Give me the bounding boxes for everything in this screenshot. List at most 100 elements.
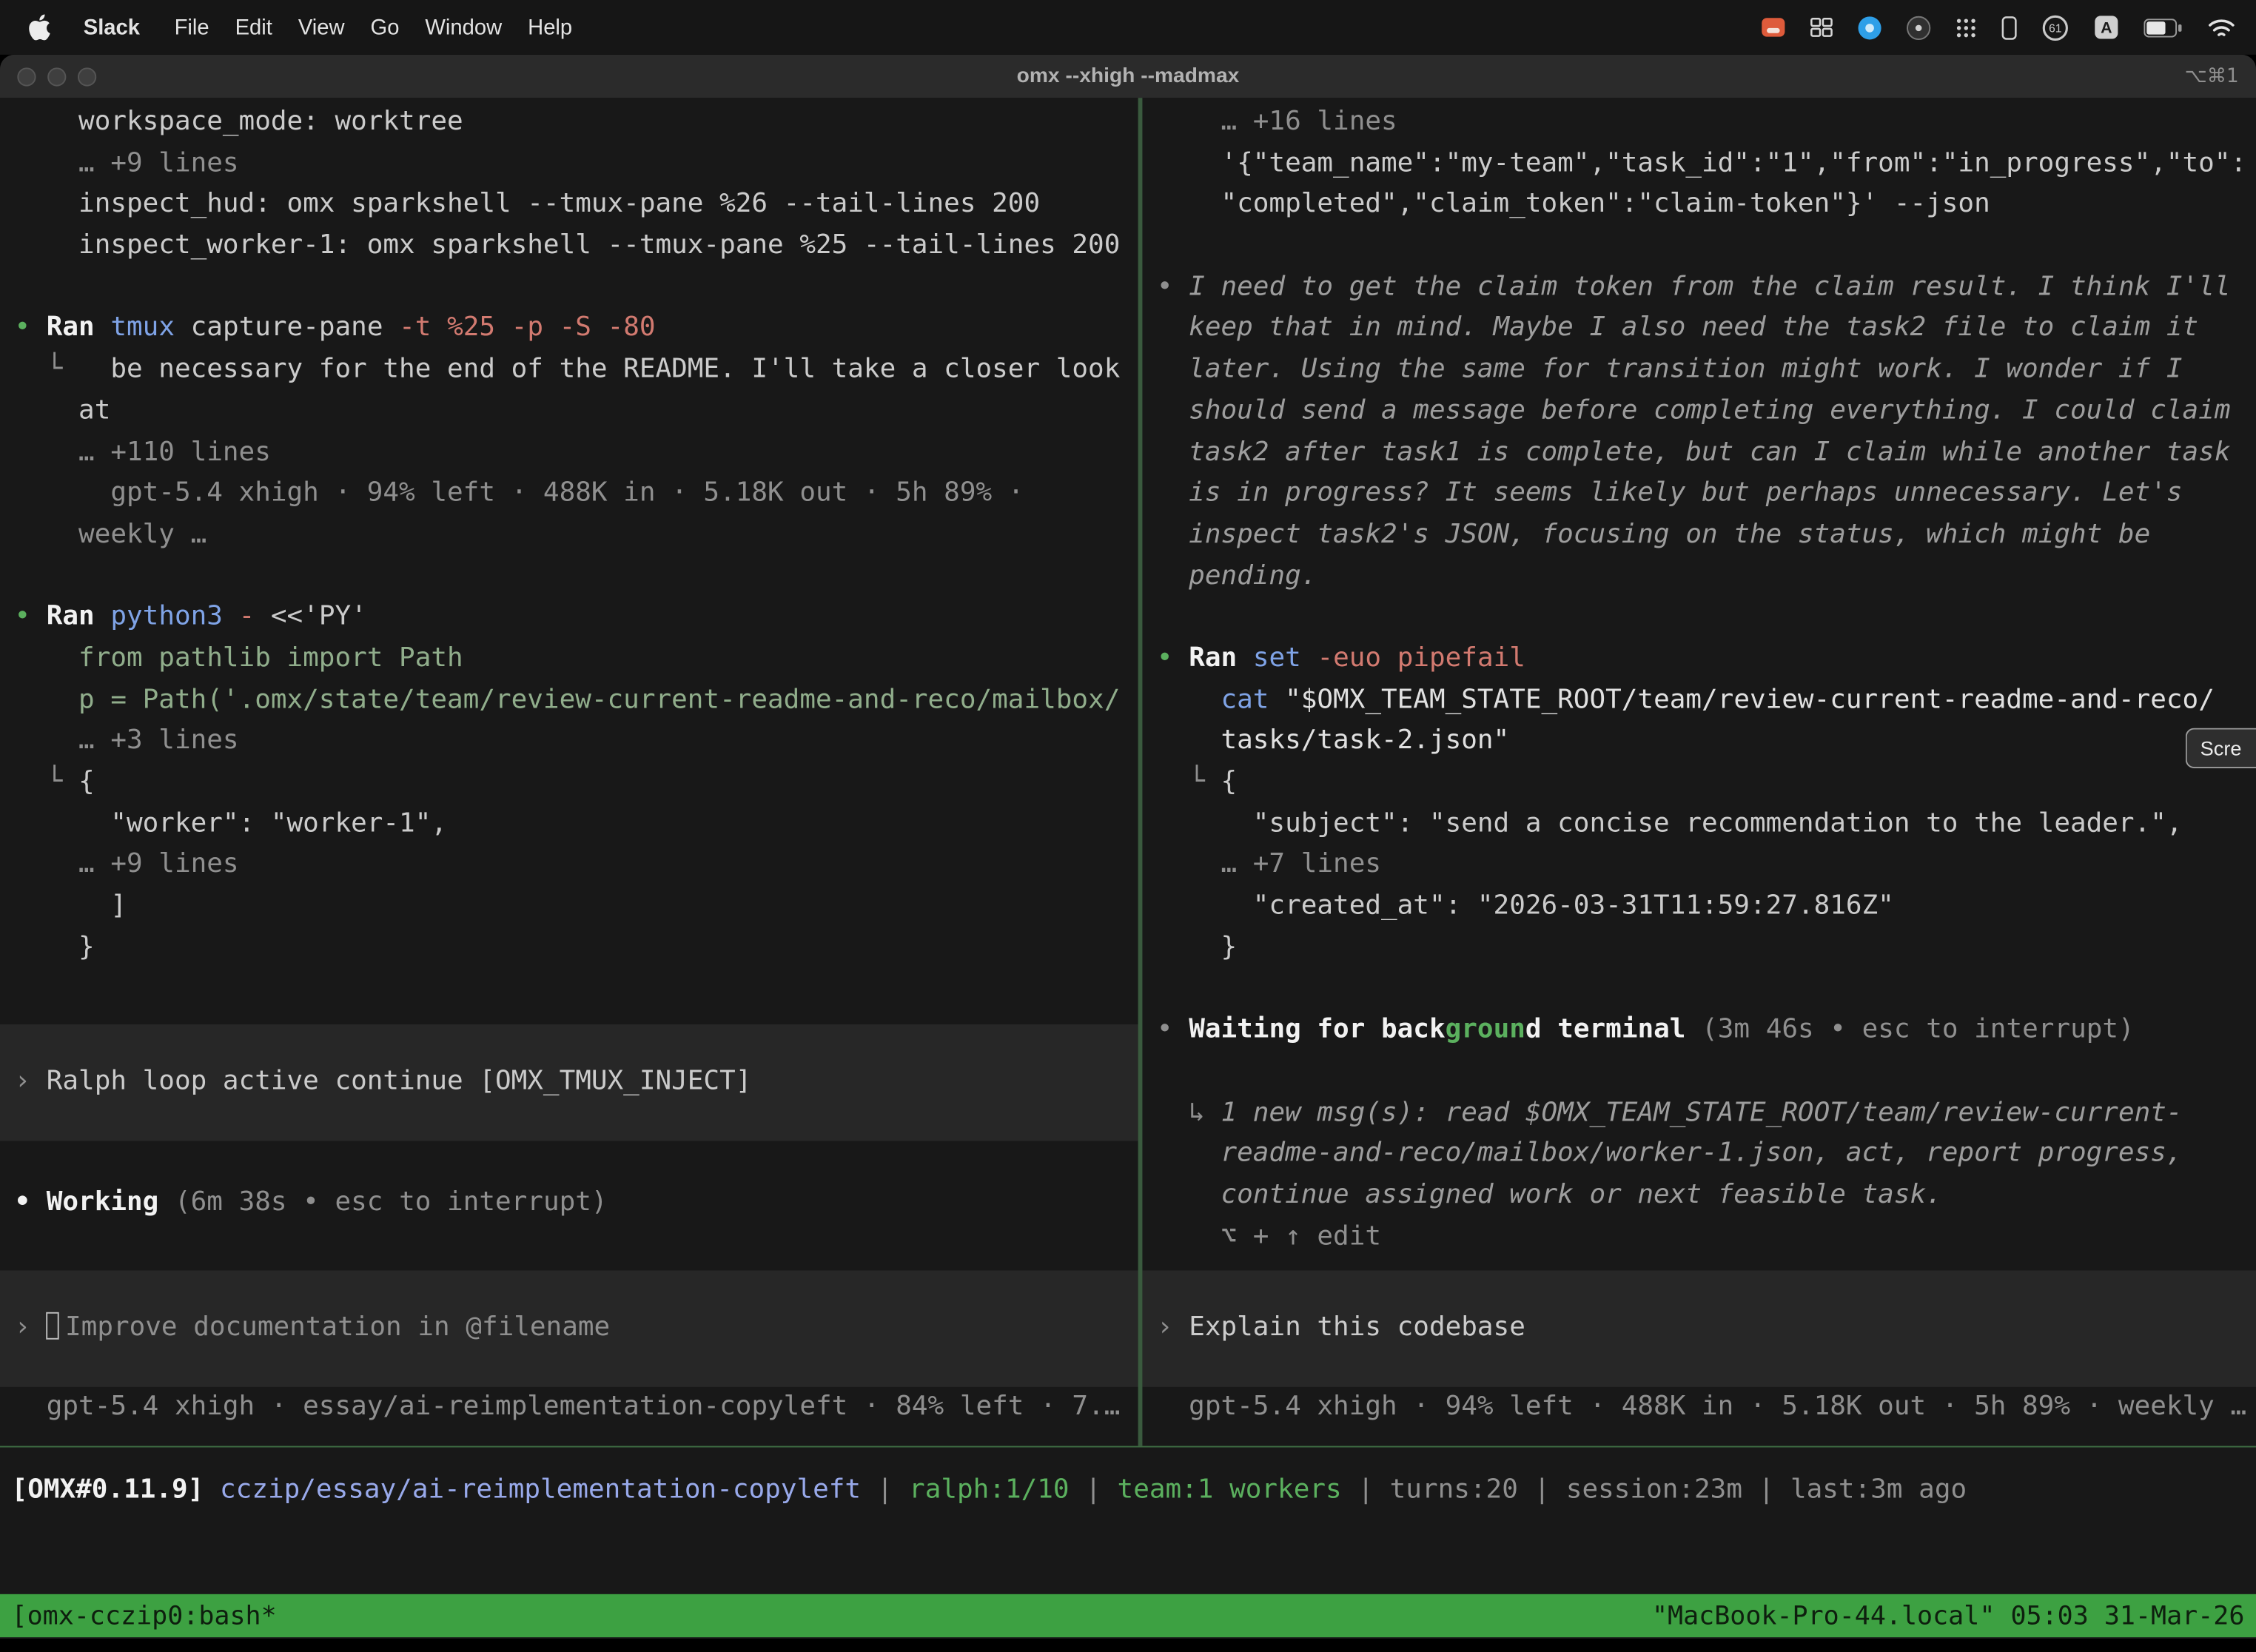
terminal-line: gpt-5.4 xhigh · 94% left · 488K in · 5.1…	[1157, 1387, 2256, 1428]
wifi-icon[interactable]	[2207, 16, 2236, 38]
text-segment: (6m 38s • esc to interrupt)	[175, 1186, 608, 1217]
tmux-pane-left[interactable]: workspace_mode: worktree … +9 lines insp…	[0, 98, 1138, 1446]
text-segment: keep that in mind. Maybe I also need the…	[1157, 313, 2198, 343]
text-segment: |	[1070, 1474, 1118, 1505]
text-segment: Waiting for back	[1189, 1015, 1445, 1045]
menu-file[interactable]: File	[161, 15, 222, 39]
menu-bar-left: Slack FileEditViewGoWindowHelp	[29, 14, 585, 40]
text-segment: last:3m ago	[1790, 1474, 1967, 1505]
active-app-menu[interactable]: Slack	[70, 15, 152, 39]
tmux-session: workspace_mode: worktree … +9 lines insp…	[0, 98, 2256, 1447]
text-segment: [OMX#0.11.9]	[12, 1474, 220, 1505]
phone-icon[interactable]	[2001, 15, 2017, 39]
terminal-line: └ {	[14, 762, 1138, 804]
screen-recording-icon[interactable]	[1761, 17, 1785, 37]
terminal-line: inspect_worker-1: omx sparkshell --tmux-…	[14, 226, 1138, 267]
traffic-lights	[17, 67, 96, 85]
text-segment: set	[1253, 643, 1317, 674]
omx-status-line: [OMX#0.11.9] cczip/essay/ai-reimplementa…	[0, 1448, 2256, 1594]
blue-app-icon[interactable]	[1858, 15, 1882, 39]
svg-text:61: 61	[2049, 22, 2061, 35]
text-segment: continue assigned work or next feasible …	[1157, 1180, 1942, 1210]
terminal-line: task2 after task1 is complete, but can I…	[1157, 432, 2256, 474]
terminal-line: … +9 lines	[14, 845, 1138, 887]
text-segment: ralph:1/10	[909, 1474, 1070, 1505]
terminal-line	[14, 556, 1138, 597]
terminal-line: readme-and-reco/mailbox/worker-1.json, a…	[1157, 1134, 2256, 1175]
text-segment: "created_at": "2026-03-31T11:59:27.816Z"	[1157, 890, 1894, 921]
text-segment: Ran	[1189, 643, 1253, 674]
dots-grid-icon[interactable]	[1955, 16, 1977, 38]
apple-menu-icon[interactable]	[29, 14, 50, 40]
terminal-line: "completed","claim_token":"claim-token"}…	[1157, 185, 2256, 226]
text-segment: capture-pane	[191, 313, 399, 343]
text-segment: •	[1157, 643, 1189, 674]
text-segment: ↳	[1157, 1097, 1221, 1127]
terminal-line: workspace_mode: worktree	[14, 102, 1138, 144]
terminal-line: ↳ 1 new msg(s): read $OMX_TEAM_STATE_ROO…	[1157, 1092, 2256, 1134]
text-segment: Ralph loop active continue [OMX_TMUX_INJ…	[47, 1067, 752, 1097]
window-titlebar[interactable]: omx --xhigh --madmax ⌥⌘1	[0, 55, 2256, 98]
terminal-line: … +16 lines	[1157, 102, 2256, 144]
battery-percent-badge[interactable]: 61	[2041, 13, 2069, 41]
zoom-button[interactable]	[78, 67, 96, 85]
text-segment: }	[1157, 932, 1237, 962]
svg-text:A: A	[2101, 19, 2112, 37]
text-segment: -t %25 -p -S -80	[399, 313, 655, 343]
input-source-icon[interactable]: A	[2093, 14, 2119, 40]
text-segment: cat	[1157, 685, 1285, 715]
text-segment: Ran	[47, 602, 111, 632]
terminal-line	[14, 1141, 1138, 1182]
tmux-pane-right[interactable]: … +16 lines '{"team_name":"my-team","tas…	[1142, 98, 2256, 1446]
terminal-line: • Waiting for background terminal (3m 46…	[1157, 1010, 2256, 1052]
terminal-line: '{"team_name":"my-team","task_id":"1","f…	[1157, 144, 2256, 185]
text-segment: tasks/task-2.json"	[1157, 725, 1509, 756]
text-segment: weekly …	[14, 519, 207, 549]
menu-go[interactable]: Go	[357, 15, 412, 39]
text-segment: … +9 lines	[14, 850, 238, 880]
terminal-line: }	[14, 927, 1138, 969]
prompt-input-left[interactable]: › Improve documentation in @filename	[0, 1270, 1138, 1386]
text-segment: … +3 lines	[14, 725, 238, 756]
dark-circle-icon[interactable]	[1907, 15, 1931, 39]
prompt-input-right[interactable]: › Explain this codebase	[1142, 1271, 2256, 1387]
terminal-line: continue assigned work or next feasible …	[1157, 1175, 2256, 1217]
menu-view[interactable]: View	[285, 15, 357, 39]
text-segment: inspect task2's JSON, focusing on the st…	[1157, 519, 2150, 549]
ralph-loop-banner[interactable]: › Ralph loop active continue [OMX_TMUX_I…	[0, 1024, 1138, 1141]
menu-window[interactable]: Window	[412, 15, 515, 39]
text-cursor	[47, 1312, 59, 1340]
terminal-line: inspect task2's JSON, focusing on the st…	[1157, 515, 2256, 557]
text-segment: readme-and-reco/mailbox/worker-1.json, a…	[1157, 1138, 2183, 1169]
terminal-line: … +110 lines	[14, 432, 1138, 474]
battery-icon[interactable]	[2143, 18, 2182, 36]
text-segment: "worker": "worker-1",	[14, 808, 447, 839]
window-grid-icon[interactable]	[1810, 17, 1833, 37]
terminal-line: later. Using the same for transition mig…	[1157, 350, 2256, 392]
macos-menu-bar: Slack FileEditViewGoWindowHelp 61 A	[0, 0, 2256, 55]
screen: Slack FileEditViewGoWindowHelp 61 A omx -…	[0, 0, 2256, 1652]
text-segment: Ran	[47, 313, 111, 343]
tmux-session-label: [omx-cczip0:bash*	[12, 1601, 277, 1631]
text-segment: |	[861, 1474, 909, 1505]
text-segment: should send a message before completing …	[1157, 395, 2231, 426]
text-segment: from pathlib import Path	[14, 643, 463, 674]
tmux-host-clock: "MacBook-Pro-44.local" 05:03 31-Mar-26	[1652, 1601, 2245, 1631]
terminal-line: at	[14, 391, 1138, 432]
minimize-button[interactable]	[47, 67, 66, 85]
text-segment: workspace_mode: worktree	[14, 107, 463, 137]
menu-bar-status-icons: 61 A	[1761, 13, 2235, 41]
text-segment: '{"team_name":"my-team","task_id":"1","f…	[1157, 148, 2246, 178]
text-segment: "$OMX_TEAM_STATE_ROOT/team/review-curren…	[1285, 685, 2215, 715]
screenshot-tooltip: Scre	[2186, 728, 2256, 768]
text-segment: I need to get the claim token from the c…	[1189, 272, 2230, 302]
terminal-line: └ {	[1157, 762, 2256, 804]
menu-help[interactable]: Help	[515, 15, 585, 39]
text-segment: ]	[14, 890, 127, 921]
text-segment: Explain this codebase	[1189, 1312, 1525, 1343]
text-segment: •	[14, 602, 46, 632]
menu-edit[interactable]: Edit	[222, 15, 285, 39]
text-segment: ⌥ + ↑ edit	[1157, 1221, 1381, 1252]
text-segment: gpt-5.4 xhigh · 94% left · 488K in · 5.1…	[14, 478, 1024, 508]
close-button[interactable]	[17, 67, 36, 85]
